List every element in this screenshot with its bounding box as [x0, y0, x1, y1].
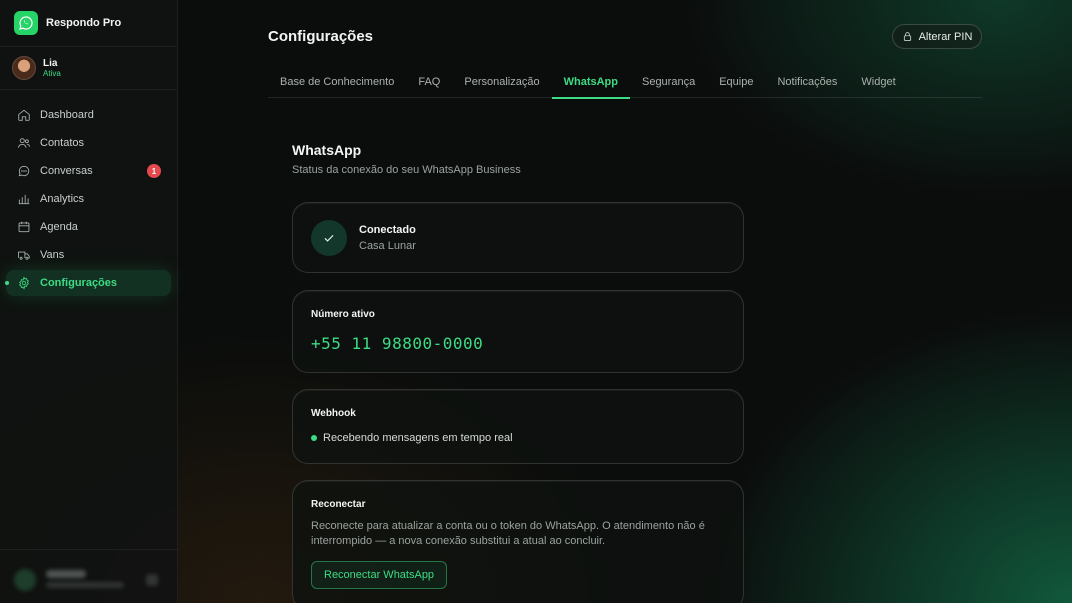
webhook-status: Recebendo mensagens em tempo real: [323, 432, 513, 444]
sidebar-footer[interactable]: [0, 549, 178, 603]
avatar: [12, 56, 36, 80]
brand[interactable]: Respondo Pro: [0, 0, 177, 47]
footer-blurred-text: [46, 570, 86, 578]
active-number-label: Número ativo: [311, 309, 375, 320]
reconnect-label: Reconectar: [311, 499, 366, 510]
settings-tabs: Base de Conhecimento FAQ Personalização …: [268, 66, 982, 99]
sidebar: Respondo Pro Lia Ativa Dashboard Contato…: [0, 0, 178, 603]
sidebar-item-label: Contatos: [40, 137, 85, 149]
user-status: Ativa: [43, 69, 61, 79]
tab-base-de-conhecimento[interactable]: Base de Conhecimento: [268, 66, 406, 98]
chat-icon: [18, 165, 30, 177]
sidebar-item-contatos[interactable]: Contatos: [6, 130, 171, 156]
connection-status-card: Conectado Casa Lunar: [292, 202, 744, 273]
sidebar-item-label: Dashboard: [40, 109, 94, 121]
status-dot-icon: [311, 435, 317, 441]
tab-whatsapp[interactable]: WhatsApp: [551, 66, 631, 99]
sidebar-item-label: Agenda: [40, 221, 78, 233]
sidebar-item-conversas[interactable]: Conversas 1: [6, 158, 171, 184]
active-number-card: Número ativo +55 11 98800-0000: [292, 290, 744, 373]
unread-badge: 1: [147, 164, 161, 178]
active-number-value: +55 11 98800-0000: [311, 334, 484, 353]
reconnect-whatsapp-button[interactable]: Reconectar WhatsApp: [311, 561, 448, 589]
footer-icon: [146, 574, 158, 586]
sidebar-nav: Dashboard Contatos Conversas 1 Analytics…: [0, 90, 177, 296]
van-icon: [18, 251, 30, 260]
tab-faq[interactable]: FAQ: [406, 66, 452, 98]
check-icon: [311, 220, 347, 256]
section-subtitle: Status da conexão do seu WhatsApp Busine…: [292, 164, 521, 176]
sidebar-item-label: Analytics: [40, 193, 85, 205]
webhook-card: Webhook Recebendo mensagens em tempo rea…: [292, 389, 744, 464]
tab-widget[interactable]: Widget: [849, 66, 907, 98]
connection-status: Conectado: [359, 224, 416, 236]
user-profile[interactable]: Lia Ativa: [0, 47, 177, 90]
connected-account: Casa Lunar: [359, 240, 416, 252]
page-title: Configurações: [268, 28, 374, 45]
gear-icon: [19, 276, 29, 290]
section-title: WhatsApp: [292, 142, 362, 158]
bar-chart-icon: [18, 194, 30, 205]
sidebar-item-label: Conversas: [40, 165, 93, 177]
footer-blurred-text: [46, 582, 124, 588]
sidebar-item-vans[interactable]: Vans: [6, 242, 171, 268]
change-pin-button[interactable]: Alterar PIN: [892, 24, 982, 49]
tab-seguranca[interactable]: Segurança: [630, 66, 707, 98]
reconnect-description: Reconecte para atualizar a conta ou o to…: [311, 520, 705, 547]
sidebar-item-dashboard[interactable]: Dashboard: [6, 102, 171, 128]
sidebar-item-label: Configurações: [40, 277, 118, 289]
home-icon: [18, 109, 30, 121]
app-name: Respondo Pro: [46, 17, 122, 29]
whatsapp-logo-icon: [14, 11, 38, 35]
footer-avatar: [14, 569, 36, 591]
tab-equipe[interactable]: Equipe: [707, 66, 765, 98]
sidebar-item-label: Vans: [40, 249, 65, 261]
sidebar-item-configuracoes[interactable]: Configurações: [5, 270, 171, 296]
sidebar-item-agenda[interactable]: Agenda: [6, 214, 171, 240]
calendar-icon: [18, 221, 30, 233]
webhook-label: Webhook: [311, 408, 356, 419]
tab-notificacoes[interactable]: Notificações: [765, 66, 849, 98]
change-pin-label: Alterar PIN: [918, 30, 973, 43]
user-name: Lia: [43, 57, 58, 69]
users-icon: [18, 138, 30, 148]
reconnect-card: Reconectar Reconecte para atualizar a co…: [292, 480, 744, 603]
lock-icon: [903, 32, 911, 41]
sidebar-item-analytics[interactable]: Analytics: [6, 186, 171, 212]
tab-personalizacao[interactable]: Personalização: [452, 66, 551, 98]
